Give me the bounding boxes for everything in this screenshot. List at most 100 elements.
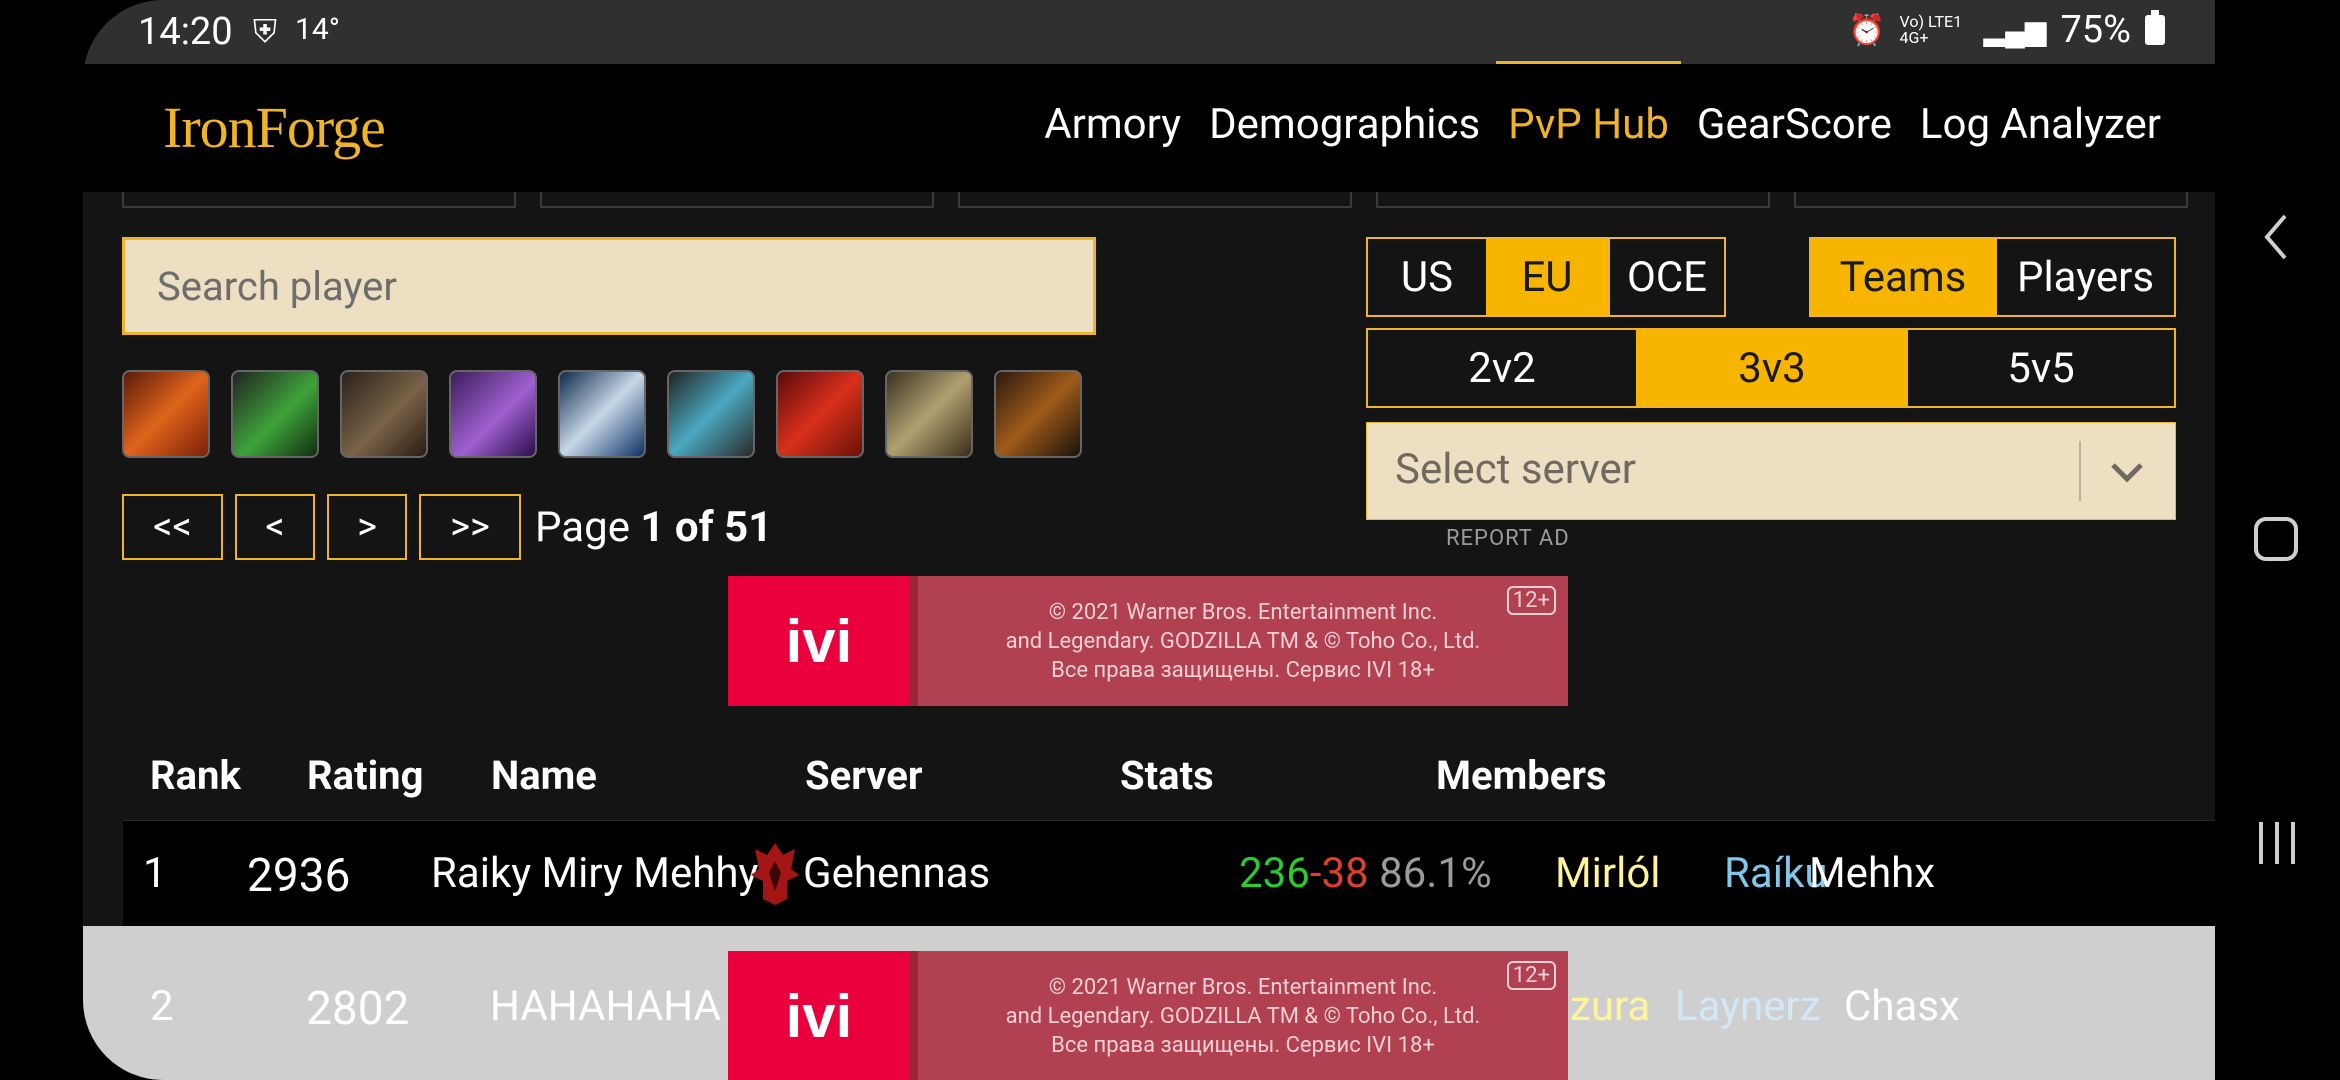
ad-line: © 2021 Warner Bros. Entertainment Inc. [1048,599,1438,625]
paladin-class-icon[interactable] [885,370,973,458]
signal-icon: ▂▄▆ [1983,13,2047,47]
shield-icon: ⛨ [253,12,278,50]
row-wins: 236 [1239,849,1310,898]
row-rank: 1 [143,849,167,898]
tile-stub [1376,192,1770,208]
back-icon[interactable] [2261,212,2291,262]
member-link[interactable]: Mirlól [1555,849,1661,898]
page-value: 1 of 51 [640,502,773,552]
last-page-button[interactable]: >> [419,494,521,560]
status-time: 14:20 [138,10,233,54]
first-page-button[interactable]: << [122,494,223,560]
nav-gearscore[interactable]: GearScore [1697,100,1892,149]
age-rating-badge: 12+ [1506,961,1556,990]
row-rating: 2936 [247,849,351,903]
header-name[interactable]: Name [491,752,597,799]
member-link[interactable]: Mehhx [1809,849,1935,898]
row-rank: 2 [150,982,174,1031]
ivi-logo: ivi [728,576,910,706]
row-server[interactable]: Gehennas [803,849,990,898]
recents-icon[interactable] [2255,820,2299,866]
status-bar: 14:20 ⛨ 14° ⏰ Vo) LTE1 4G+ ▂▄▆ 75% [83,0,2215,64]
header-server[interactable]: Server [805,752,922,799]
network-indicator: Vo) LTE1 4G+ [1899,12,1963,47]
android-nav-bar [2215,0,2340,1080]
header-rating[interactable]: Rating [307,752,423,799]
nav-pvp-hub[interactable]: PvP Hub [1496,61,1681,149]
ad-text: © 2021 Warner Bros. Entertainment Inc. a… [918,951,1568,1080]
nav-armory[interactable]: Armory [1044,100,1181,149]
page-label: Page [535,502,641,552]
header-members[interactable]: Members [1436,752,1607,799]
ad-line: Все права защищены. Сервис IVI 18+ [1051,1032,1435,1058]
search-input[interactable]: Search player [122,237,1096,335]
mode-teams[interactable]: Teams [1811,239,1995,315]
row-stats-dash: - [1309,849,1322,898]
druid-class-icon[interactable] [231,370,319,458]
server-placeholder: Select server [1395,445,1636,494]
page-indicator: Page 1 of 51 [535,503,772,552]
warlock-class-icon[interactable] [122,370,210,458]
prev-page-button[interactable]: < [235,494,315,560]
report-ad-link[interactable]: REPORT AD [1446,526,1570,551]
region-oce[interactable]: OCE [1608,239,1724,315]
bracket-toggle: 2v2 3v3 5v5 [1366,328,2176,408]
age-rating-badge: 12+ [1506,586,1556,615]
header-rank[interactable]: Rank [150,752,241,799]
ad-banner-overlay[interactable]: ivi © 2021 Warner Bros. Entertainment In… [728,951,1568,1080]
search-placeholder: Search player [157,262,397,310]
top-nav: IronForge Armory Demographics PvP Hub Ge… [83,61,2215,192]
row-win-pct: 86.1% [1379,849,1492,898]
alarm-icon: ⏰ [1848,12,1886,48]
scrolled-tiles [122,192,2188,208]
ad-line: © 2021 Warner Bros. Entertainment Inc. [1048,974,1438,1000]
shaman-class-icon[interactable] [667,370,755,458]
bracket-2v2[interactable]: 2v2 [1368,330,1636,406]
ad-banner[interactable]: ivi © 2021 Warner Bros. Entertainment In… [728,576,1568,706]
ivi-logo: ivi [728,951,910,1080]
home-icon[interactable] [2253,516,2299,562]
nav-demographics[interactable]: Demographics [1209,100,1480,149]
shadow-priest-class-icon[interactable] [449,370,537,458]
class-filter [122,370,1082,458]
server-select[interactable]: Select server [1366,422,2176,520]
battery-percent: 75% [2060,8,2131,52]
ad-line: Все права защищены. Сервис IVI 18+ [1051,657,1435,683]
site-logo[interactable]: IronForge [163,94,386,161]
phone-screen: 14:20 ⛨ 14° ⏰ Vo) LTE1 4G+ ▂▄▆ 75% IronF… [83,0,2215,1080]
header-stats[interactable]: Stats [1120,752,1214,799]
region-toggle: US EU OCE [1366,237,1726,317]
pagination: << < > >> Page 1 of 51 [122,494,772,560]
member-link[interactable]: Chasx [1844,982,1960,1031]
horde-icon [751,843,799,905]
chevron-down-icon [2111,463,2143,483]
member-link[interactable]: Laynerz [1675,982,1821,1031]
warrior-class-icon[interactable] [340,370,428,458]
ad-text: © 2021 Warner Bros. Entertainment Inc. a… [918,576,1568,706]
ad-line: and Legendary. GODZILLA TM & © Toho Co.,… [1005,1003,1481,1029]
next-page-button[interactable]: > [327,494,407,560]
row-team-name[interactable]: HAHAHAHA [490,982,721,1031]
mode-players[interactable]: Players [1995,239,2174,315]
row-stats: 236-38 86.1% [1239,849,1492,898]
status-temp: 14° [295,12,340,47]
tile-stub [1794,192,2188,208]
region-eu[interactable]: EU [1486,239,1608,315]
tile-stub [958,192,1352,208]
member-link[interactable]: zura [1570,982,1650,1031]
mode-toggle: Teams Players [1809,237,2176,317]
bracket-3v3[interactable]: 3v3 [1636,330,1908,406]
row-losses: 38 [1321,849,1369,898]
battery-icon [2145,10,2165,45]
row-team-name[interactable]: Raiky Miry Mehhy [431,849,758,898]
table-row[interactable]: 1 2936 Raiky Miry Mehhy Gehennas 236-38 … [123,820,2215,927]
row-rating: 2802 [306,982,410,1036]
rogue-class-icon[interactable] [558,370,646,458]
hunter-class-icon[interactable] [994,370,1082,458]
bracket-5v5[interactable]: 5v5 [1908,330,2174,406]
death-knight-class-icon[interactable] [776,370,864,458]
region-us[interactable]: US [1368,239,1486,315]
tile-stub [122,192,516,208]
nav-log-analyzer[interactable]: Log Analyzer [1920,100,2161,149]
select-divider [2079,441,2081,501]
